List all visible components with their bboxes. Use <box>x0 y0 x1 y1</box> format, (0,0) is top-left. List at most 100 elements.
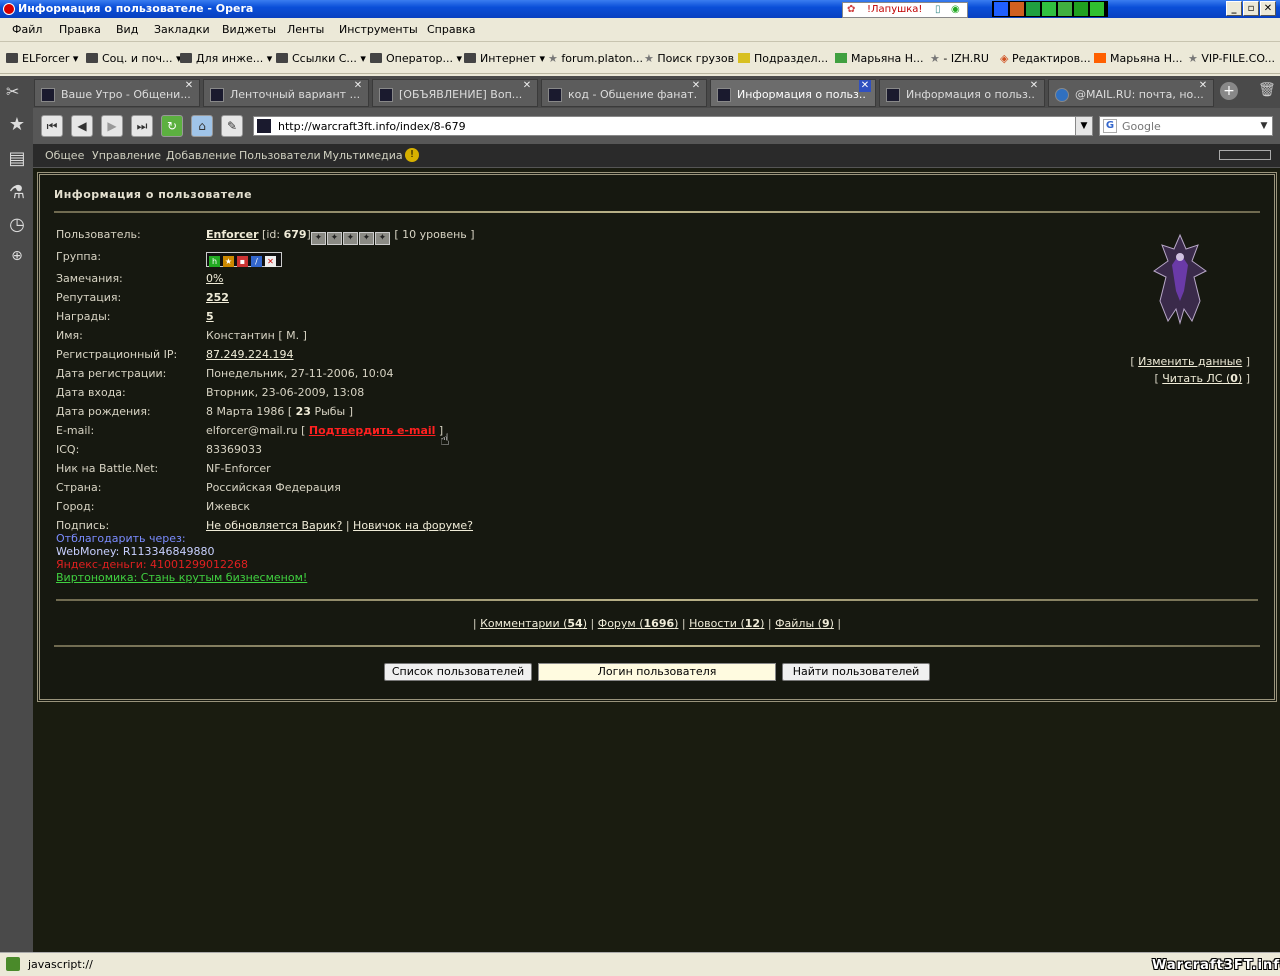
flower-icon: ✿ <box>847 4 856 15</box>
close-tab-icon[interactable]: ✕ <box>859 80 871 92</box>
menu-bookmarks[interactable]: Закладки <box>154 23 210 36</box>
sig-link-newbie[interactable]: Новичок на форуме? <box>353 519 473 532</box>
menu-view[interactable]: Вид <box>116 23 138 36</box>
menu-widgets[interactable]: Виджеты <box>222 23 276 36</box>
name-value: Константин [ М. ] <box>206 329 307 342</box>
bookmark-link[interactable]: ★ - IZH.RU <box>930 52 989 65</box>
bookmark-link[interactable]: ★ forum.platon... <box>548 52 643 65</box>
bookmark-link[interactable]: ★ Поиск грузов <box>644 52 734 65</box>
awards-link[interactable]: 5 <box>206 310 214 323</box>
awards-label: Награды: <box>56 310 111 323</box>
city-value: Ижевск <box>206 500 251 513</box>
sig-link-warcraft[interactable]: Не обновляется Варик? <box>206 519 342 532</box>
bookmark-link[interactable]: ★ VIP-FILE.CO... <box>1188 52 1275 65</box>
nav-general[interactable]: Общее <box>45 149 84 162</box>
signature-label: Подпись: <box>56 519 110 532</box>
home-button[interactable]: ⌂ <box>191 115 213 137</box>
lapushka-widget[interactable]: ✿ !Лапушка! ▯ ◉ <box>842 2 968 18</box>
close-tab-icon[interactable]: ✕ <box>352 80 364 92</box>
bookmark-link[interactable]: Марьяна Н... <box>1094 52 1183 65</box>
tab-active[interactable]: Информация о польз... ✕ <box>710 79 876 107</box>
close-tab-icon[interactable]: ✕ <box>521 80 533 92</box>
read-pm-link[interactable]: Читать ЛС (0) <box>1162 372 1242 385</box>
wand-button[interactable]: ✎ <box>221 115 243 137</box>
bookmarks-panel-icon[interactable]: ★ <box>5 114 29 138</box>
maximize-button[interactable]: ▫ <box>1243 1 1259 16</box>
nav-management[interactable]: Управление <box>92 149 161 162</box>
menu-help[interactable]: Справка <box>427 23 475 36</box>
reputation-link[interactable]: 252 <box>206 291 229 304</box>
ip-link[interactable]: 87.249.224.194 <box>206 348 293 361</box>
user-list-button[interactable]: Список пользователей <box>384 663 532 681</box>
login-search-input[interactable]: Логин пользователя <box>538 663 776 681</box>
menu-feeds[interactable]: Ленты <box>287 23 324 36</box>
bookmark-folder[interactable]: ELForcer ▾ <box>6 52 78 65</box>
close-tab-icon[interactable]: ✕ <box>1028 80 1040 92</box>
close-tab-icon[interactable]: ✕ <box>690 80 702 92</box>
reload-button[interactable]: ↻ <box>161 115 183 137</box>
add-panel-icon[interactable]: ⊕ <box>5 248 29 272</box>
rewind-button[interactable]: ⏮ <box>41 115 63 137</box>
forward-button[interactable]: ▶ <box>101 115 123 137</box>
search-box[interactable]: G ▼ <box>1099 116 1273 136</box>
search-dropdown-icon[interactable]: ▼ <box>1256 117 1272 135</box>
address-bar[interactable]: http://warcraft3ft.info/index/8-679 <box>253 116 1093 136</box>
signature-links: Не обновляется Варик? | Новичок на форум… <box>206 519 474 532</box>
bookmark-folder[interactable]: Для инже... ▾ <box>180 52 272 65</box>
bookmark-link[interactable]: ◈ Редактиров... <box>1000 52 1091 65</box>
tab[interactable]: Ленточный вариант ... ✕ <box>203 79 369 107</box>
remarks-link[interactable]: 0% <box>206 272 223 285</box>
files-link[interactable]: Файлы (9) <box>775 617 834 630</box>
tab[interactable]: @MAIL.RU: почта, но... ✕ <box>1048 79 1214 107</box>
close-tab-icon[interactable]: ✕ <box>183 80 195 92</box>
page-icon <box>738 53 750 63</box>
confirm-email-link[interactable]: Подтвердить e-mail <box>309 424 436 437</box>
bookmark-folder[interactable]: Оператор... ▾ <box>370 52 462 65</box>
bookmark-folder[interactable]: Ссылки С... ▾ <box>276 52 366 65</box>
info-icon[interactable]: ! <box>405 148 419 162</box>
notes-panel-icon[interactable]: ▤ <box>5 148 29 172</box>
nav-users[interactable]: Пользователи <box>239 149 321 162</box>
bookmark-folder[interactable]: Соц. и поч... ▾ <box>86 52 181 65</box>
trash-icon[interactable]: 🗑 <box>1258 82 1276 98</box>
star-icon: ★ <box>644 52 654 65</box>
search-input[interactable] <box>1122 119 1252 134</box>
site-admin-nav: Общее Управление Добавление Пользователи… <box>33 144 1280 168</box>
nav-add[interactable]: Добавление <box>166 149 236 162</box>
bookmark-link[interactable]: Подраздел... <box>738 52 828 65</box>
fast-forward-button[interactable]: ⏭ <box>131 115 153 137</box>
tab[interactable]: Ваше Утро - Общени... ✕ <box>34 79 200 107</box>
minimize-button[interactable]: _ <box>1226 1 1242 16</box>
tools-icon[interactable]: ✂ <box>6 82 19 101</box>
forum-link[interactable]: Форум (1696) <box>598 617 679 630</box>
menu-tools[interactable]: Инструменты <box>339 23 418 36</box>
find-users-button[interactable]: Найти пользователей <box>782 663 930 681</box>
menu-edit[interactable]: Правка <box>59 23 101 36</box>
bookmark-folder[interactable]: Интернет ▾ <box>464 52 545 65</box>
folder-icon <box>276 53 288 63</box>
username-link[interactable]: Enforcer <box>206 228 259 241</box>
back-button[interactable]: ◀ <box>71 115 93 137</box>
close-window-button[interactable]: ✕ <box>1260 1 1276 16</box>
address-url[interactable]: http://warcraft3ft.info/index/8-679 <box>278 120 466 133</box>
history-panel-icon[interactable]: ◷ <box>5 214 29 238</box>
bookmark-link[interactable]: Марьяна Н... <box>835 52 924 65</box>
home-badge-icon: h <box>209 256 220 267</box>
user-value: Enforcer [id: 679] ✦ ✦ ✦ ✦ ✦ [ 10 уровень ] <box>206 228 475 245</box>
news-link[interactable]: Новости (12) <box>689 617 764 630</box>
resize-slider[interactable] <box>1219 150 1271 160</box>
new-tab-button[interactable]: + <box>1220 82 1238 100</box>
sig-virtonomica-link[interactable]: Виртономика: Стань крутым бизнесменом! <box>56 571 307 584</box>
menu-file[interactable]: Файл <box>12 23 42 36</box>
nav-multimedia[interactable]: Мультимедиа <box>323 149 403 162</box>
edit-profile-link[interactable]: Изменить данные <box>1138 355 1242 368</box>
comments-link[interactable]: Комментарии (54) <box>480 617 587 630</box>
tab[interactable]: код - Общение фанат... ✕ <box>541 79 707 107</box>
tab[interactable]: [ОБЪЯВЛЕНИЕ] Воп... ✕ <box>372 79 538 107</box>
address-dropdown-icon[interactable]: ▼ <box>1075 116 1093 136</box>
close-tab-icon[interactable]: ✕ <box>1197 80 1209 92</box>
tab[interactable]: Информация о польз... ✕ <box>879 79 1045 107</box>
cross-badge-icon: ✕ <box>265 256 276 267</box>
status-text: javascript:// <box>28 958 93 971</box>
feeds-panel-icon[interactable]: ⚗ <box>5 182 29 206</box>
